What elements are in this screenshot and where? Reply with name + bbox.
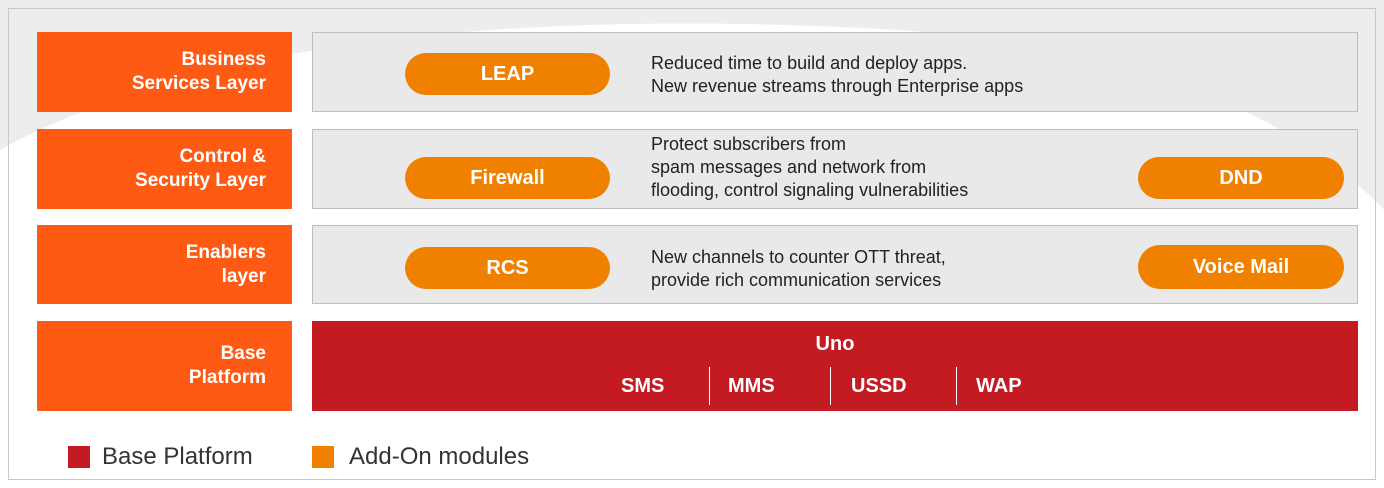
- protocol-wap: WAP: [976, 375, 1022, 397]
- layer-label-line: layer: [221, 265, 266, 287]
- legend-label-add-on-modules: Add-On modules: [349, 443, 530, 470]
- layer-label-line: Control &: [179, 146, 266, 167]
- base-platform-panel: Uno SMS MMS USSD WAP: [312, 321, 1358, 411]
- layer-label-line: Services Layer: [131, 73, 266, 94]
- description-line: New revenue streams through Enterprise a…: [651, 76, 1024, 96]
- protocol-divider: [956, 367, 957, 405]
- protocol-mms: MMS: [728, 375, 775, 397]
- description-line: flooding, control signaling vulnerabilit…: [651, 180, 969, 200]
- description-line: New channels to counter OTT threat,: [651, 247, 946, 267]
- layer-description-enablers: New channels to counter OTT threat, prov…: [651, 246, 946, 292]
- protocol-ussd: USSD: [851, 375, 907, 397]
- module-voice-mail: Voice Mail: [1138, 245, 1344, 289]
- layer-description-business-services: Reduced time to build and deploy apps. N…: [651, 52, 1023, 98]
- module-rcs: RCS: [405, 247, 610, 289]
- layer-label-base-platform: Base Platform: [37, 321, 292, 411]
- layer-label-line: Platform: [188, 367, 266, 388]
- layer-label-line: Business: [181, 49, 266, 70]
- description-line: Reduced time to build and deploy apps.: [651, 53, 968, 73]
- description-line: provide rich communication services: [651, 270, 942, 290]
- module-dnd: DND: [1138, 157, 1344, 199]
- module-leap: LEAP: [405, 53, 610, 95]
- legend-label-base-platform: Base Platform: [102, 443, 253, 470]
- description-line: Protect subscribers from: [651, 134, 847, 154]
- layer-label-enablers: Enablers layer: [37, 225, 292, 304]
- legend-swatch-base-platform: [68, 446, 90, 468]
- layer-label-control-security: Control & Security Layer: [37, 129, 292, 209]
- layer-description-control-security: Protect subscribers from spam messages a…: [651, 133, 968, 202]
- description-line: spam messages and network from: [651, 157, 927, 177]
- protocol-divider: [830, 367, 831, 405]
- base-platform-title: Uno: [815, 333, 855, 355]
- protocol-sms: SMS: [621, 375, 665, 397]
- layer-label-business-services: Business Services Layer: [37, 32, 292, 112]
- layer-label-line: Enablers: [185, 241, 266, 263]
- legend-swatch-add-on-modules: [312, 446, 334, 468]
- layer-label-line: Base: [220, 343, 266, 364]
- layer-label-line: Security Layer: [135, 170, 266, 191]
- architecture-diagram: Business Services Layer LEAP Reduced tim…: [0, 0, 1384, 488]
- module-firewall: Firewall: [405, 157, 610, 199]
- protocol-divider: [709, 367, 710, 405]
